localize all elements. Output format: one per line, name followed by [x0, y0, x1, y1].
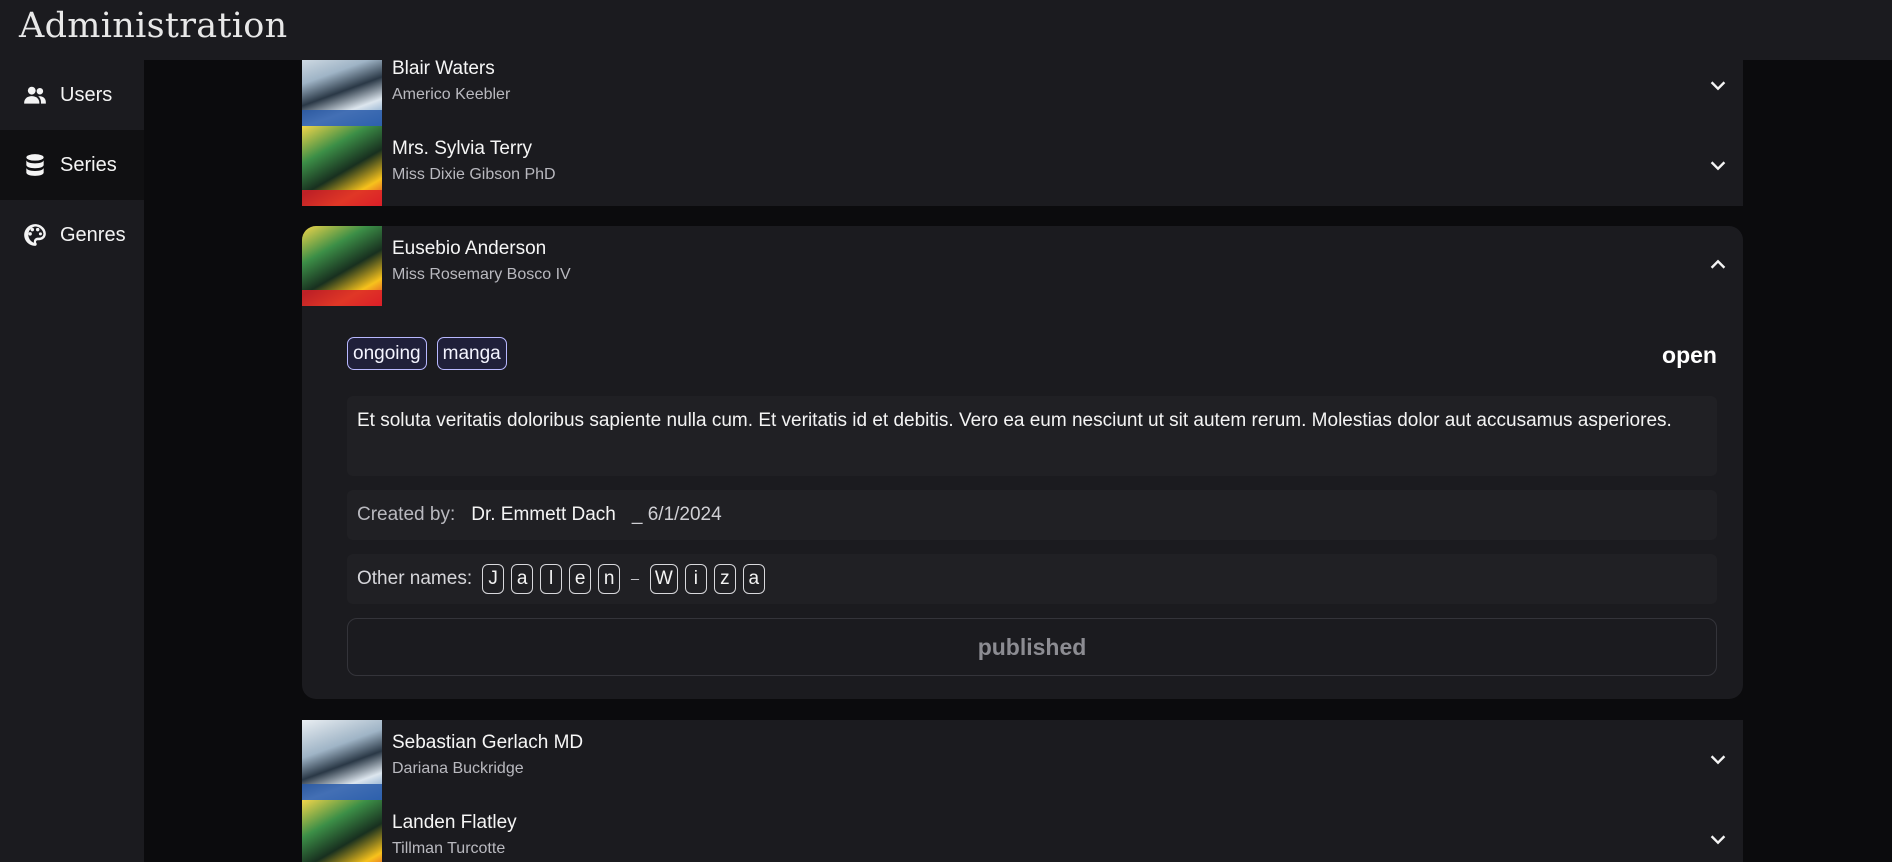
chevron-down-icon[interactable]: [1707, 748, 1729, 770]
series-description: Et soluta veritatis doloribus sapiente n…: [347, 396, 1717, 476]
name-char-chip: a: [511, 564, 534, 594]
chevron-up-icon[interactable]: [1707, 254, 1729, 276]
series-group: Blair Waters Americo Keebler Mrs. Sylvia…: [302, 60, 1743, 206]
name-char-chip: W: [649, 564, 678, 594]
created-by-label: Created by:: [357, 504, 456, 525]
other-names-chips: J a l e n _ W i z a: [482, 564, 765, 594]
series-title: Landen Flatley: [392, 812, 517, 833]
chevron-down-icon[interactable]: [1707, 154, 1729, 176]
sidebar-item-users[interactable]: Users: [0, 60, 144, 130]
sidebar-item-label: Genres: [60, 223, 126, 246]
top-bar: Administration: [0, 0, 1892, 60]
sidebar: Users Series Genres: [0, 60, 144, 862]
series-author: Americo Keebler: [392, 86, 511, 103]
other-names-row: Other names: J a l e n _ W i z a: [347, 554, 1717, 604]
sidebar-item-label: Series: [60, 153, 117, 176]
series-title: Sebastian Gerlach MD: [392, 732, 584, 753]
series-title: Mrs. Sylvia Terry: [392, 138, 533, 159]
series-card-expanded: Eusebio Anderson Miss Rosemary Bosco IV …: [302, 226, 1743, 699]
tag-badge: ongoing: [347, 337, 427, 370]
name-char-chip: z: [713, 564, 736, 594]
series-cover-image: [302, 720, 382, 800]
name-char-chip: _: [631, 564, 639, 580]
series-list: Blair Waters Americo Keebler Mrs. Sylvia…: [144, 60, 1892, 862]
series-cover-image: [302, 226, 382, 306]
users-icon: [24, 86, 46, 104]
series-group: Sebastian Gerlach MD Dariana Buckridge L…: [302, 720, 1743, 862]
series-author: Miss Rosemary Bosco IV: [392, 266, 571, 283]
name-char-chip: a: [742, 564, 765, 594]
publish-status-button[interactable]: published: [347, 618, 1717, 676]
series-cover-image: [302, 800, 382, 862]
series-title: Blair Waters: [392, 60, 495, 79]
series-row[interactable]: Eusebio Anderson Miss Rosemary Bosco IV: [302, 226, 1743, 306]
name-char-chip: e: [569, 564, 592, 594]
series-cover-image: [302, 60, 382, 126]
database-icon: [26, 154, 44, 176]
creator-name: Dr. Emmett Dach: [471, 504, 616, 525]
tag-badge: manga: [436, 337, 507, 370]
created-by-row: Created by: Dr. Emmett Dach _ 6/1/2024: [347, 490, 1717, 540]
name-char-chip: J: [482, 564, 505, 594]
series-row[interactable]: Sebastian Gerlach MD Dariana Buckridge: [302, 720, 1743, 800]
other-names-label: Other names:: [357, 568, 473, 589]
name-char-chip: i: [684, 564, 707, 594]
name-char-chip: n: [598, 564, 621, 594]
series-title: Eusebio Anderson: [392, 238, 547, 259]
chevron-down-icon[interactable]: [1707, 74, 1729, 96]
name-char-chip: l: [540, 564, 563, 594]
created-date: _ 6/1/2024: [631, 504, 722, 525]
app-title: Administration: [19, 6, 288, 46]
series-row[interactable]: Blair Waters Americo Keebler: [302, 60, 1743, 126]
tag-list: ongoing manga: [347, 337, 507, 370]
sidebar-item-label: Users: [60, 83, 113, 106]
series-cover-image: [302, 126, 382, 206]
series-author: Tillman Turcotte: [392, 840, 506, 857]
series-author: Miss Dixie Gibson PhD: [392, 166, 556, 183]
series-row[interactable]: Landen Flatley Tillman Turcotte: [302, 800, 1743, 862]
status-label: open: [1662, 342, 1717, 368]
chevron-down-icon[interactable]: [1707, 828, 1729, 850]
sidebar-item-genres[interactable]: Genres: [0, 200, 144, 270]
sidebar-item-series[interactable]: Series: [0, 130, 144, 200]
palette-icon: [24, 224, 46, 246]
series-row[interactable]: Mrs. Sylvia Terry Miss Dixie Gibson PhD: [302, 126, 1743, 206]
series-author: Dariana Buckridge: [392, 760, 524, 777]
